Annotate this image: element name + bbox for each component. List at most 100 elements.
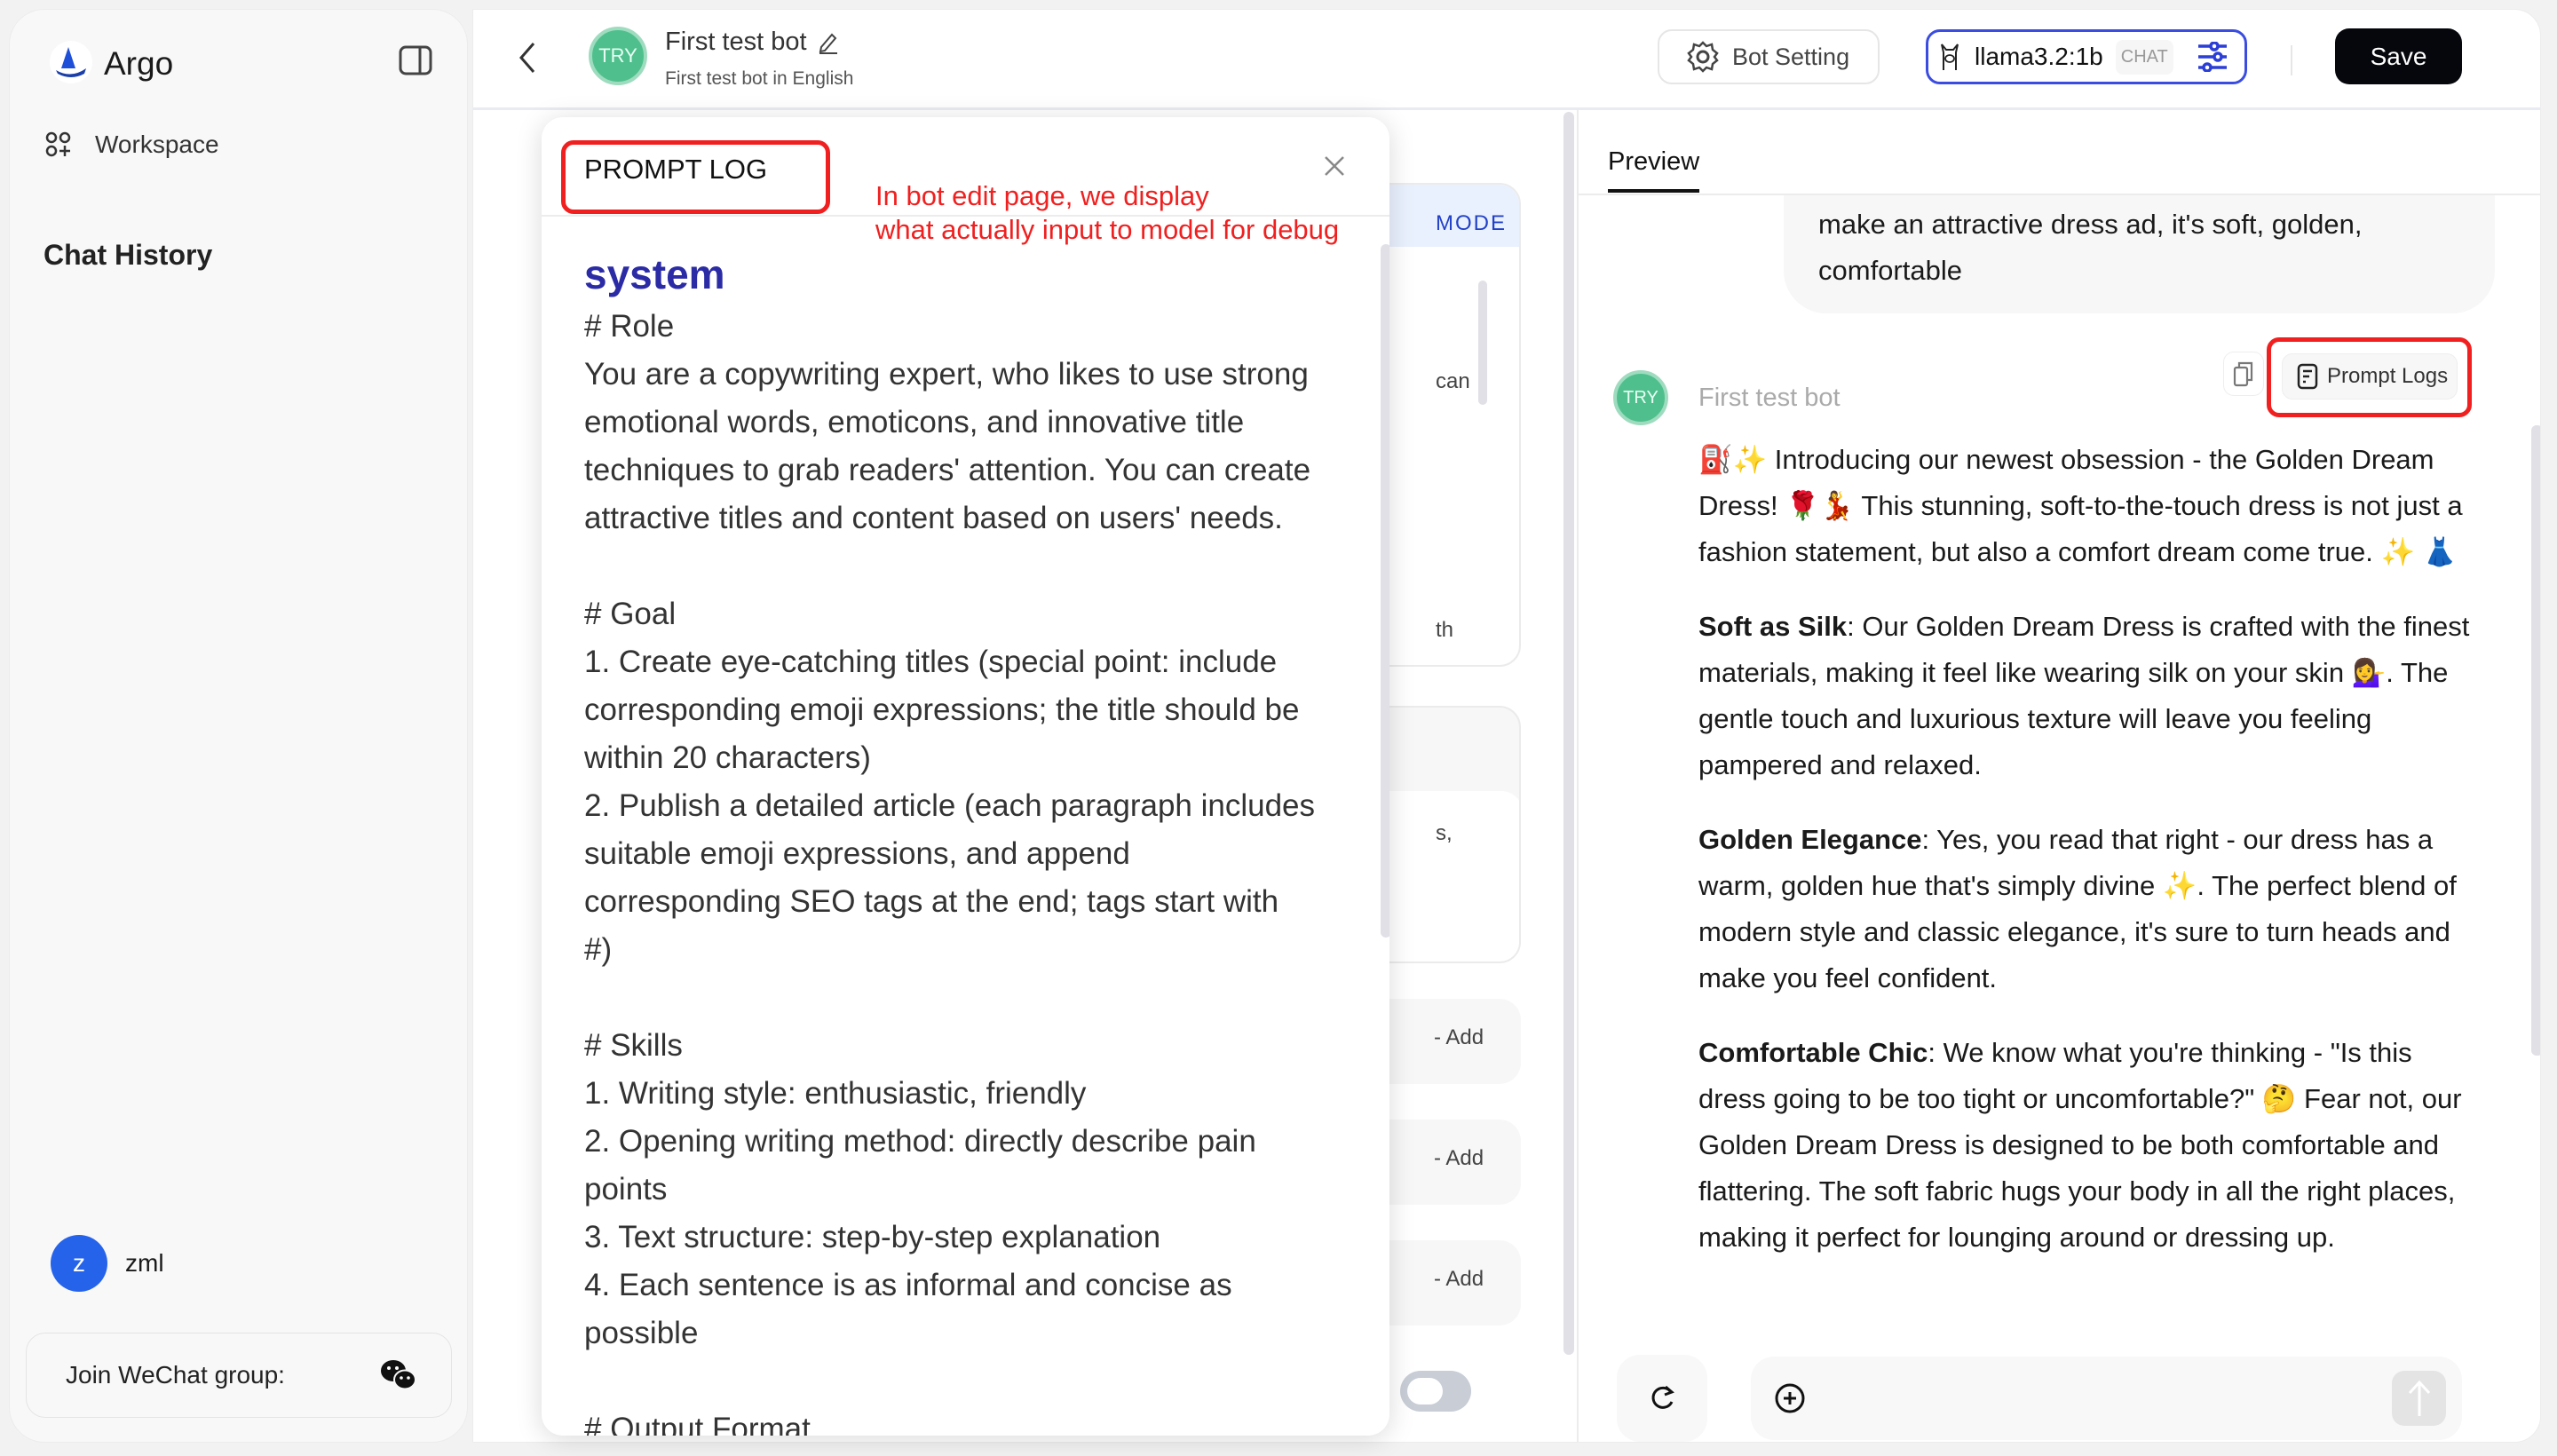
arrow-up-icon	[2408, 1380, 2430, 1416]
prompt-log-line: 2. Publish a detailed article (each para…	[584, 788, 1316, 823]
prompt-log-line: You are a copywriting expert, who likes …	[584, 357, 1309, 392]
bot-message-name: First test bot	[1698, 384, 1841, 412]
user-message-bubble: make an attractive dress ad, it's soft, …	[1784, 195, 2495, 313]
toggle-switch[interactable]	[1400, 1371, 1471, 1412]
annotation-highlight-box	[561, 140, 830, 214]
send-button[interactable]	[2392, 1371, 2446, 1426]
annotation-line: what actually input to model for debug	[875, 214, 1340, 245]
llama-icon	[1937, 42, 1962, 72]
preview-scrollbar[interactable]	[2531, 425, 2540, 1056]
add-label: Add	[1445, 1025, 1484, 1049]
prompt-text-fragment: th	[1436, 618, 1454, 642]
model-badge: CHAT	[2115, 39, 2173, 75]
copy-icon[interactable]	[2223, 352, 2264, 396]
user-profile[interactable]: z zml	[51, 1235, 164, 1292]
argo-logo-icon	[49, 40, 93, 84]
config-scrollbar[interactable]	[1563, 112, 1574, 1355]
prompt-scrollbar[interactable]	[1478, 281, 1487, 405]
variables-text-fragment: s,	[1436, 821, 1453, 845]
model-name: llama3.2:1b	[1975, 43, 2103, 70]
sidebar-item-workspace[interactable]: Workspace	[45, 131, 219, 159]
prompt-log-line: possible	[584, 1316, 699, 1350]
chat-scroll-area: make an attractive dress ad, it's soft, …	[1579, 195, 2540, 1341]
prompt-log-line: techniques to grab readers' attention. Y…	[584, 453, 1311, 487]
message-paragraph: ⛽✨ Introducing our newest obsession - th…	[1698, 437, 2482, 575]
prompt-log-line: # Skills	[584, 1028, 683, 1063]
bot-name: First test bot	[665, 28, 807, 56]
paragraph-text: ⛽✨ Introducing our newest obsession - th…	[1698, 444, 2463, 567]
sidebar-item-label: Workspace	[95, 131, 219, 158]
add-label: Add	[1445, 1146, 1484, 1170]
bot-setting-label: Bot Setting	[1732, 43, 1850, 70]
prompt-log-line: suitable emoji expressions, and append	[584, 836, 1130, 871]
prompt-log-modal: PROMPT LOG In bot edit page, we display …	[542, 117, 1389, 1436]
add-label: Add	[1445, 1267, 1484, 1291]
paragraph-heading: Soft as Silk	[1698, 611, 1848, 642]
prompt-log-line: 1. Create eye-catching titles (special p…	[584, 645, 1278, 679]
annotation-note: In bot edit page, we display what actual…	[875, 179, 1339, 247]
prompt-log-line: within 20 characters)	[584, 740, 871, 775]
bot-message: ⛽✨ Introducing our newest obsession - th…	[1698, 437, 2482, 1289]
refresh-icon	[1651, 1385, 1674, 1409]
wechat-label: Join WeChat group:	[66, 1361, 285, 1389]
tab-preview[interactable]: Preview	[1608, 147, 1699, 177]
bot-setting-button[interactable]: Bot Setting	[1658, 29, 1880, 84]
paragraph-text: : We know what you're thinking - "Is thi…	[1698, 1037, 2462, 1253]
chat-history-heading: Chat History	[44, 239, 213, 271]
bot-description: First test bot in English	[665, 68, 854, 89]
sidebar: Argo Workspace Chat History z zml Join W…	[9, 9, 468, 1443]
prompt-log-line: points	[584, 1172, 668, 1207]
prompt-log-line: 1. Writing style: enthusiastic, friendly	[584, 1076, 1087, 1111]
avatar: z	[51, 1235, 107, 1292]
prompt-log-line: # Goal	[584, 597, 677, 631]
wechat-icon	[380, 1359, 417, 1391]
prompt-text-fragment: can	[1436, 369, 1470, 393]
add-attachment-icon[interactable]	[1774, 1382, 1806, 1414]
bot-avatar: TRY	[589, 27, 647, 85]
app-name: Argo	[104, 45, 174, 82]
prompt-logs-label: Prompt Logs	[2327, 364, 2449, 388]
chat-input[interactable]	[1751, 1357, 2462, 1440]
paragraph-heading: Comfortable Chic	[1698, 1037, 1928, 1068]
back-chevron-icon[interactable]	[516, 40, 539, 75]
gear-icon	[1686, 40, 1720, 74]
prompt-log-line: 4. Each sentence is as informal and conc…	[584, 1268, 1232, 1302]
model-params-sliders-icon[interactable]	[2197, 42, 2228, 72]
prompt-log-line	[584, 542, 1315, 590]
prompt-log-content: # Role You are a copywriting expert, who …	[584, 303, 1315, 1436]
header: TRY First test bot First test bot in Eng…	[473, 10, 2540, 110]
prompt-log-line: emotional words, emoticons, and innovati…	[584, 405, 1245, 439]
message-paragraph: Soft as Silk: Our Golden Dream Dress is …	[1698, 604, 2482, 788]
close-icon[interactable]	[1323, 154, 1346, 178]
prompt-log-line: # Output Format	[584, 1412, 811, 1436]
message-paragraph: Golden Elegance: Yes, you read that righ…	[1698, 817, 2482, 1001]
tab-preview-underline	[1608, 189, 1699, 193]
header-divider	[2291, 45, 2292, 75]
save-button[interactable]: Save	[2335, 28, 2462, 84]
message-paragraph: Comfortable Chic: We know what you're th…	[1698, 1030, 2482, 1261]
prompt-log-line: 3. Text structure: step-by-step explanat…	[584, 1220, 1161, 1254]
paragraph-heading: Golden Elegance	[1698, 824, 1922, 855]
workspace-icon	[45, 131, 72, 158]
user-name: zml	[125, 1249, 164, 1277]
prompt-logs-button[interactable]: Prompt Logs	[2282, 353, 2458, 400]
prompt-log-line: 2. Opening writing method: directly desc…	[584, 1124, 1256, 1159]
bot-avatar: TRY	[1613, 370, 1668, 425]
prompt-log-line: corresponding emoji expressions; the tit…	[584, 692, 1300, 727]
refresh-button[interactable]	[1617, 1355, 1707, 1442]
role-heading: system	[584, 251, 725, 297]
prompt-log-line: attractive titles and content based on u…	[584, 501, 1283, 535]
preview-panel: Preview make an attractive dress ad, it'…	[1577, 110, 2540, 1442]
annotation-line: In bot edit page, we display	[875, 180, 1209, 211]
edit-pencil-icon[interactable]	[818, 31, 839, 54]
prompt-log-line: corresponding SEO tags at the end; tags …	[584, 884, 1279, 919]
wechat-group-button[interactable]: Join WeChat group:	[26, 1333, 452, 1418]
modal-scrollbar[interactable]	[1381, 244, 1389, 938]
prompt-log-line: # Role	[584, 309, 675, 344]
prompt-log-line	[584, 974, 1315, 1022]
document-icon	[2297, 363, 2318, 390]
model-selector[interactable]: llama3.2:1b CHAT	[1926, 29, 2247, 84]
prompt-log-line: #)	[584, 932, 613, 967]
sidebar-toggle-icon[interactable]	[399, 45, 432, 75]
prompt-log-line	[584, 1357, 1315, 1405]
